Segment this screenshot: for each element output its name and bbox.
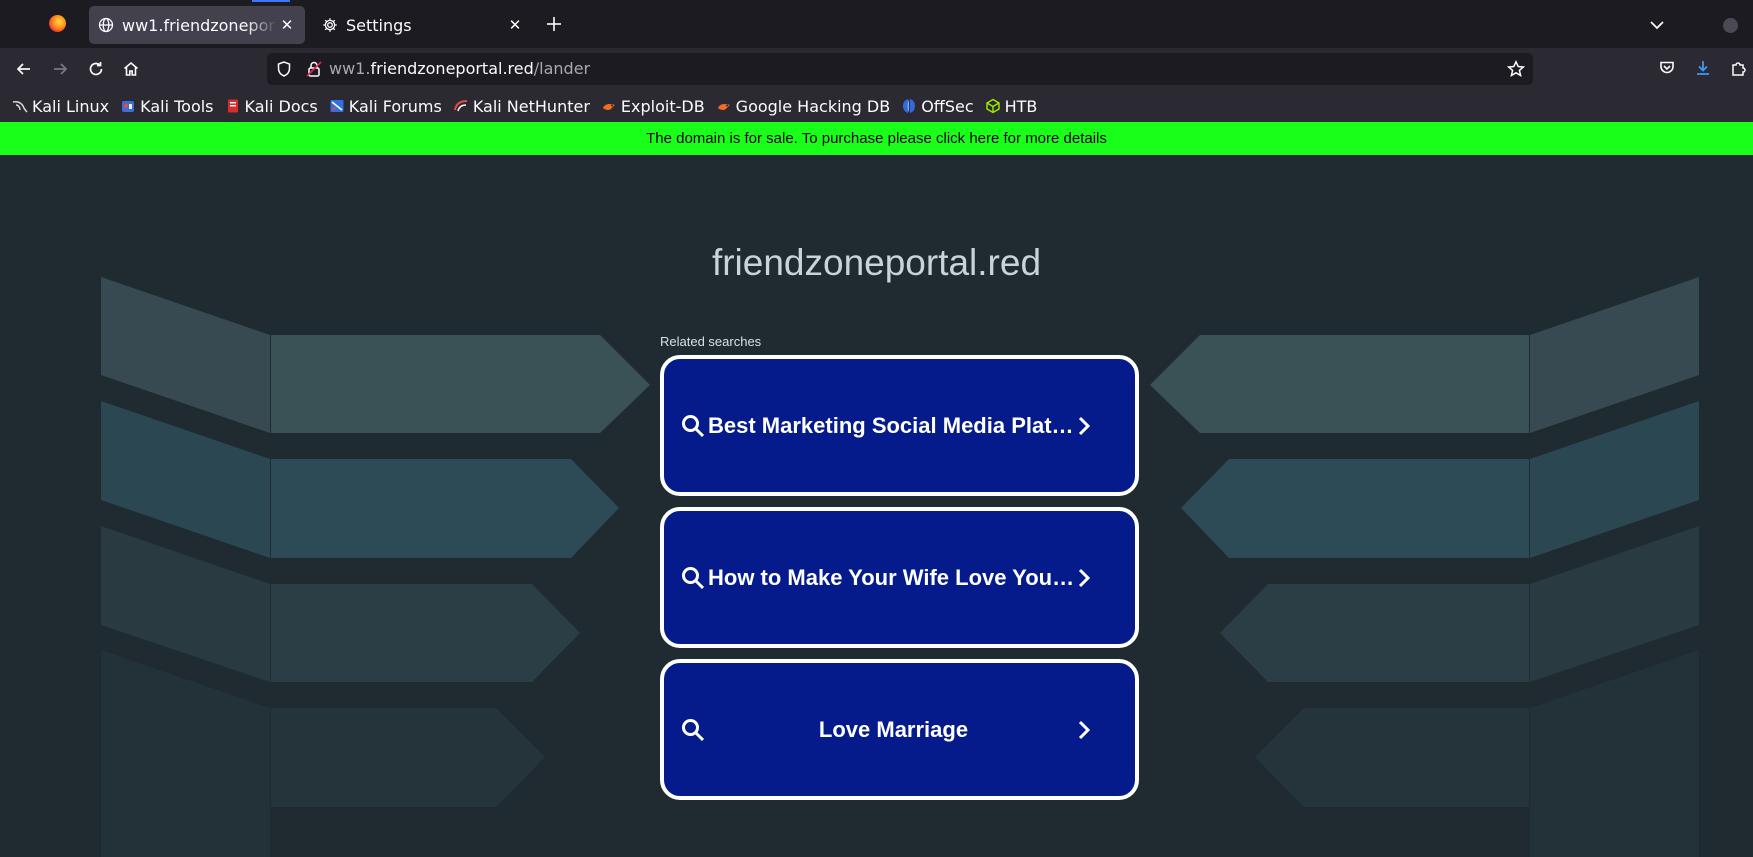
forward-arrow-icon bbox=[54, 63, 68, 75]
bookmark-kali-tools[interactable]: Kali Tools bbox=[120, 96, 214, 116]
bookmark-exploit-db[interactable]: Exploit-DB bbox=[601, 97, 705, 116]
puzzle-piece-icon bbox=[1732, 62, 1746, 76]
related-search-label: Best Marketing Social Media Platforms bbox=[708, 412, 1079, 438]
domain-title: friendzoneportal.red bbox=[711, 242, 1042, 283]
pocket-button[interactable] bbox=[1657, 58, 1677, 78]
tab-friendzoneportal[interactable]: ww1.friendzoneportal.red/lander ✕ bbox=[89, 6, 305, 44]
close-tab-icon[interactable]: ✕ bbox=[505, 15, 525, 35]
tab-strip: ww1.friendzoneportal.red/lander ✕ Settin… bbox=[0, 0, 1753, 48]
bookmark-google-hacking-db[interactable]: Google Hacking DB bbox=[716, 96, 891, 116]
tab-settings[interactable]: Settings ✕ bbox=[313, 6, 533, 44]
kali-dragon-icon bbox=[12, 98, 28, 114]
bookmark-label: Kali Forums bbox=[348, 96, 442, 116]
tab-strip-accent bbox=[252, 0, 290, 2]
bookmark-label: Kali Linux bbox=[32, 96, 110, 116]
download-arrow-icon bbox=[1697, 61, 1709, 75]
new-tab-plus-icon[interactable] bbox=[544, 14, 564, 34]
bookmark-label: Kali Tools bbox=[140, 96, 214, 116]
list-all-tabs-chevron-icon[interactable] bbox=[1648, 16, 1666, 34]
tab-title: Settings bbox=[346, 15, 412, 35]
home-icon bbox=[123, 61, 139, 76]
url-path: /lander bbox=[533, 59, 591, 78]
reload-icon bbox=[89, 62, 103, 76]
chevron-right-icon bbox=[1078, 416, 1091, 435]
extensions-button[interactable] bbox=[1729, 58, 1749, 78]
bookmark-kali-docs[interactable]: Kali Docs bbox=[225, 97, 318, 116]
bookmark-htb[interactable]: HTB bbox=[985, 96, 1038, 116]
bookmark-label: Exploit-DB bbox=[620, 96, 705, 116]
bookmarks-toolbar: Kali Linux Kali Tools Kali Docs Kali For… bbox=[0, 90, 1753, 122]
exploit-db-icon bbox=[601, 98, 617, 114]
ghdb-icon bbox=[716, 98, 732, 114]
bookmark-offsec[interactable]: OffSec bbox=[901, 96, 974, 116]
tracking-protection-shield-icon[interactable] bbox=[275, 60, 293, 78]
bookmark-label: OffSec bbox=[921, 96, 974, 116]
search-icon bbox=[682, 566, 705, 589]
related-search-link[interactable]: Love Marriage bbox=[660, 659, 1139, 800]
forward-button[interactable] bbox=[49, 58, 71, 80]
kali-forums-icon bbox=[329, 98, 345, 114]
pocket-icon bbox=[1660, 61, 1674, 74]
htb-cube-icon bbox=[985, 98, 1001, 114]
back-arrow-icon bbox=[16, 63, 30, 75]
related-searches-label: Related searches bbox=[660, 334, 762, 349]
bookmark-kali-linux[interactable]: Kali Linux bbox=[12, 97, 109, 116]
firefox-logo-icon[interactable] bbox=[49, 15, 66, 32]
search-icon bbox=[682, 718, 705, 741]
reload-button[interactable] bbox=[85, 58, 107, 80]
chevron-right-icon bbox=[1078, 568, 1091, 587]
related-search-link[interactable]: Best Marketing Social Media Platforms bbox=[660, 355, 1139, 496]
navigation-toolbar: ww1.friendzoneportal.red/lander bbox=[0, 48, 1753, 90]
url-domain: friendzoneportal.red bbox=[370, 59, 534, 78]
kali-tools-icon bbox=[120, 98, 136, 114]
gear-icon bbox=[323, 18, 337, 32]
window-control-icon[interactable] bbox=[1723, 18, 1738, 33]
search-icon bbox=[682, 414, 705, 437]
bookmark-label: Kali Docs bbox=[244, 96, 318, 116]
close-tab-icon[interactable]: ✕ bbox=[277, 15, 297, 35]
bookmark-star-icon[interactable] bbox=[1507, 60, 1525, 78]
url-text[interactable]: ww1.friendzoneportal.red/lander bbox=[329, 59, 590, 78]
home-button[interactable] bbox=[120, 58, 142, 80]
globe-icon bbox=[98, 17, 114, 33]
insecure-lock-icon[interactable] bbox=[305, 60, 323, 78]
back-button[interactable] bbox=[13, 58, 35, 80]
offsec-icon bbox=[901, 98, 917, 114]
url-subdomain: ww1. bbox=[329, 59, 371, 78]
bookmark-kali-forums[interactable]: Kali Forums bbox=[329, 97, 442, 116]
related-search-label: How to Make Your Wife Love You Again bbox=[708, 564, 1079, 590]
url-bar[interactable]: ww1.friendzoneportal.red/lander bbox=[267, 53, 1533, 85]
bookmark-kali-nethunter[interactable]: Kali NetHunter bbox=[453, 97, 590, 116]
bookmark-label: HTB bbox=[1004, 96, 1038, 116]
tab-title: ww1.friendzoneportal.red/lander bbox=[122, 15, 277, 35]
related-search-link[interactable]: How to Make Your Wife Love You Again bbox=[660, 507, 1139, 648]
bookmark-label: Kali NetHunter bbox=[472, 96, 590, 116]
bookmark-label: Google Hacking DB bbox=[735, 96, 891, 116]
kali-nethunter-icon bbox=[453, 98, 469, 114]
related-search-label: Love Marriage bbox=[818, 716, 969, 742]
downloads-button[interactable] bbox=[1693, 58, 1713, 78]
chevron-right-icon bbox=[1078, 720, 1091, 739]
page-content: The domain is for sale. To purchase plea… bbox=[0, 122, 1753, 857]
kali-docs-icon bbox=[225, 98, 241, 114]
domain-for-sale-banner[interactable]: The domain is for sale. To purchase plea… bbox=[0, 122, 1753, 155]
